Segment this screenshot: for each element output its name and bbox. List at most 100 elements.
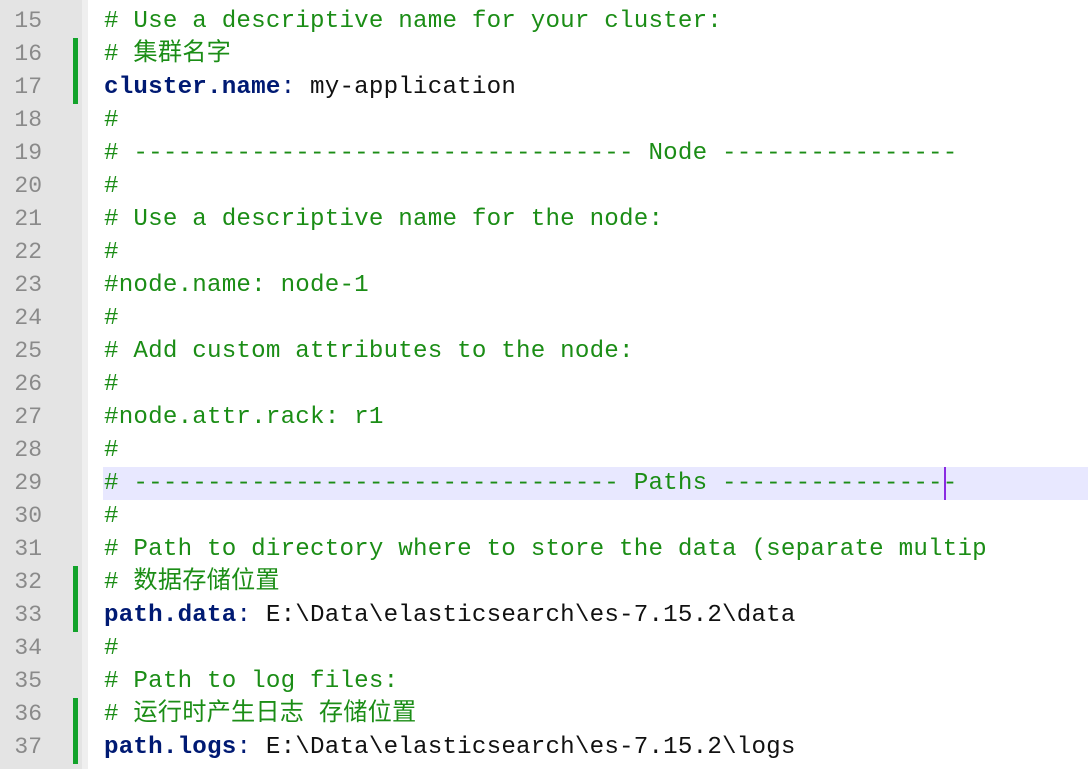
yaml-comment: # Use a descriptive name for the node: (104, 206, 664, 233)
yaml-comment: # (104, 305, 119, 332)
code-line[interactable]: 19 # ---------------------------------- N… (0, 137, 1088, 170)
yaml-comment: # (104, 503, 119, 530)
line-text[interactable]: # (104, 170, 119, 203)
yaml-comment: # (104, 173, 119, 200)
code-line[interactable]: 28 # (0, 434, 1088, 467)
yaml-comment: # (104, 437, 119, 464)
code-line[interactable]: 34 # (0, 632, 1088, 665)
yaml-value: E:\Data\elasticsearch\es-7.15.2\logs (265, 734, 796, 761)
line-text[interactable]: # ---------------------------------- Nod… (104, 137, 957, 170)
yaml-comment: # Use a descriptive name for your cluste… (104, 8, 723, 35)
line-number: 25 (14, 338, 42, 364)
line-number: 15 (14, 8, 42, 34)
code-lines[interactable]: 15 # Use a descriptive name for your clus… (0, 5, 1088, 764)
yaml-comment: # (104, 107, 119, 134)
code-editor[interactable]: 15 # Use a descriptive name for your clus… (0, 0, 1088, 769)
line-text[interactable]: # Path to log files: (104, 665, 398, 698)
code-line[interactable]: 16 # 集群名字 (0, 38, 1088, 71)
code-line[interactable]: 22 # (0, 236, 1088, 269)
line-text[interactable]: #node.name: node-1 (104, 269, 369, 302)
yaml-value: E:\Data\elasticsearch\es-7.15.2\data (265, 602, 796, 629)
line-text[interactable]: path.logs: E:\Data\elasticsearch\es-7.15… (104, 731, 796, 764)
code-line[interactable]: 20 # (0, 170, 1088, 203)
yaml-comment: # --------------------------------- Path… (104, 470, 958, 497)
line-number: 27 (14, 404, 42, 430)
line-number: 33 (14, 602, 42, 628)
line-text[interactable]: # (104, 434, 119, 467)
line-number: 31 (14, 536, 42, 562)
line-number: 37 (14, 734, 42, 760)
code-line[interactable]: 31 # Path to directory where to store the… (0, 533, 1088, 566)
code-line[interactable]: 23 #node.name: node-1 (0, 269, 1088, 302)
line-text[interactable]: # (104, 302, 119, 335)
yaml-separator: : (280, 74, 311, 101)
line-text[interactable]: #node.attr.rack: r1 (104, 401, 384, 434)
code-line[interactable]: 26 # (0, 368, 1088, 401)
yaml-comment: # Path to directory where to store the d… (104, 536, 987, 563)
line-text[interactable]: # Add custom attributes to the node: (104, 335, 634, 368)
line-text[interactable]: # (104, 236, 119, 269)
line-text[interactable]: # 集群名字 (104, 38, 231, 71)
change-marker (73, 566, 78, 599)
code-line[interactable]: 37 path.logs: E:\Data\elasticsearch\es-7.… (0, 731, 1088, 764)
line-number: 18 (14, 107, 42, 133)
line-number: 29 (14, 470, 42, 496)
code-line[interactable]: 32 # 数据存储位置 (0, 566, 1088, 599)
code-line[interactable]: 21 # Use a descriptive name for the node: (0, 203, 1088, 236)
line-number: 32 (14, 569, 42, 595)
yaml-comment: # (104, 371, 119, 398)
line-text[interactable]: # Path to directory where to store the d… (104, 533, 987, 566)
line-text[interactable]: # --------------------------------- Path… (104, 467, 957, 500)
line-text[interactable]: path.data: E:\Data\elasticsearch\es-7.15… (104, 599, 796, 632)
code-line[interactable]: 33 path.data: E:\Data\elasticsearch\es-7.… (0, 599, 1088, 632)
yaml-value: my-application (310, 74, 517, 101)
code-line[interactable]: 24 # (0, 302, 1088, 335)
line-number: 28 (14, 437, 42, 463)
line-text[interactable]: # (104, 368, 119, 401)
line-number: 17 (14, 74, 42, 100)
current-code-line[interactable]: 29 # --------------------------------- Pa… (0, 467, 1088, 500)
code-line[interactable]: 18 # (0, 104, 1088, 137)
line-number: 20 (14, 173, 42, 199)
code-line[interactable]: 25 # Add custom attributes to the node: (0, 335, 1088, 368)
yaml-key: cluster.name (104, 74, 281, 101)
line-text[interactable]: # 数据存储位置 (104, 566, 280, 599)
line-text[interactable]: # 运行时产生日志 存储位置 (104, 698, 416, 731)
line-text[interactable]: # (104, 500, 119, 533)
yaml-comment: #node.attr.rack: r1 (104, 404, 384, 431)
yaml-comment: # (104, 239, 119, 266)
change-marker (73, 698, 78, 731)
line-number: 26 (14, 371, 42, 397)
line-text[interactable]: # (104, 104, 119, 137)
yaml-comment: # 运行时产生日志 存储位置 (104, 701, 417, 728)
line-number: 19 (14, 140, 42, 166)
code-line[interactable]: 36 # 运行时产生日志 存储位置 (0, 698, 1088, 731)
yaml-comment: # (104, 635, 119, 662)
line-number: 34 (14, 635, 42, 661)
yaml-comment: # 数据存储位置 (104, 569, 280, 596)
code-line[interactable]: 17 cluster.name: my-application (0, 71, 1088, 104)
code-line[interactable]: 30 # (0, 500, 1088, 533)
yaml-comment: # Path to log files: (104, 668, 399, 695)
yaml-comment: # ---------------------------------- Nod… (104, 140, 958, 167)
line-text[interactable]: # (104, 632, 119, 665)
line-number: 16 (14, 41, 42, 67)
line-number: 21 (14, 206, 42, 232)
text-caret (944, 467, 946, 500)
line-number: 22 (14, 239, 42, 265)
code-line[interactable]: 15 # Use a descriptive name for your clus… (0, 5, 1088, 38)
code-line[interactable]: 27 #node.attr.rack: r1 (0, 401, 1088, 434)
line-text[interactable]: # Use a descriptive name for your cluste… (104, 5, 722, 38)
change-marker (73, 38, 78, 71)
yaml-comment: # Add custom attributes to the node: (104, 338, 634, 365)
change-marker (73, 599, 78, 632)
line-number: 36 (14, 701, 42, 727)
code-line[interactable]: 35 # Path to log files: (0, 665, 1088, 698)
yaml-separator: : (236, 734, 266, 761)
line-text[interactable]: # Use a descriptive name for the node: (104, 203, 663, 236)
line-number: 30 (14, 503, 42, 529)
change-marker (73, 71, 78, 104)
line-number: 24 (14, 305, 42, 331)
line-text[interactable]: cluster.name: my-application (104, 71, 516, 104)
change-marker (73, 731, 78, 764)
